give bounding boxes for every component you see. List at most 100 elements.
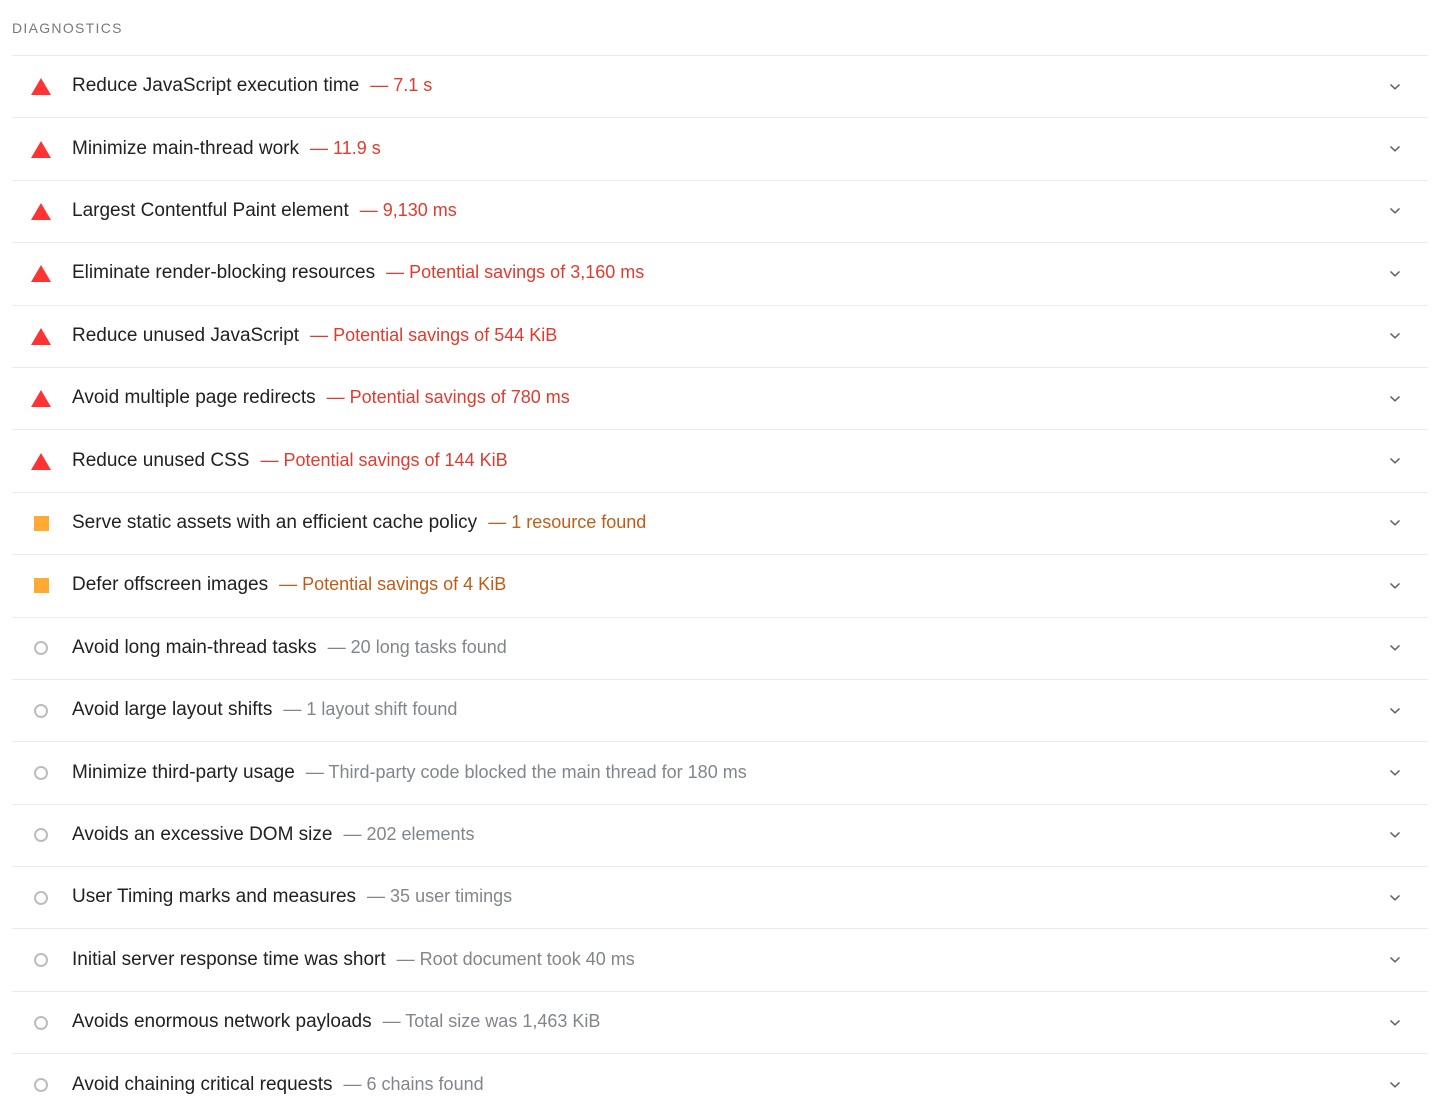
audit-severity-icon-cell xyxy=(12,452,72,470)
audit-severity-icon-cell xyxy=(12,765,72,780)
audit-row[interactable]: Eliminate render-blocking resources — Pot… xyxy=(12,242,1428,304)
audit-title: Defer offscreen images xyxy=(72,574,269,596)
audit-expand-button[interactable] xyxy=(1362,202,1428,220)
audit-text: Eliminate render-blocking resources — Pot… xyxy=(72,262,1362,285)
audit-row[interactable]: Initial server response time was short — … xyxy=(12,928,1428,990)
chevron-down-icon[interactable] xyxy=(1386,78,1404,96)
audit-display-value: — Potential savings of 144 KiB xyxy=(260,449,508,470)
chevron-down-icon[interactable] xyxy=(1386,951,1404,969)
audit-expand-button[interactable] xyxy=(1362,764,1428,782)
audit-row[interactable]: Defer offscreen images — Potential saving… xyxy=(12,554,1428,616)
audit-display-value: — 1 resource found xyxy=(488,512,647,533)
audit-list: Reduce JavaScript execution time — 7.1 s M… xyxy=(0,55,1440,1116)
audit-row[interactable]: Reduce unused JavaScript — Potential savi… xyxy=(12,304,1428,367)
audit-severity-icon-cell xyxy=(12,1015,72,1030)
audit-severity-icon-cell xyxy=(12,890,72,905)
audit-severity-icon-cell xyxy=(12,703,72,718)
chevron-down-icon[interactable] xyxy=(1386,889,1404,907)
audit-text: Initial server response time was short — … xyxy=(72,949,1362,972)
audit-display-value: — 20 long tasks found xyxy=(327,636,507,657)
audit-display-value: — Potential savings of 780 ms xyxy=(326,387,570,408)
chevron-down-icon[interactable] xyxy=(1386,1014,1404,1032)
chevron-down-icon[interactable] xyxy=(1386,452,1404,470)
audit-display-value: — Potential savings of 4 KiB xyxy=(279,574,507,595)
circle-info-icon xyxy=(34,890,48,905)
chevron-down-icon[interactable] xyxy=(1386,202,1404,220)
chevron-down-icon[interactable] xyxy=(1386,826,1404,844)
audit-expand-button[interactable] xyxy=(1362,327,1428,345)
audit-severity-icon-cell xyxy=(12,78,72,96)
audit-severity-icon-cell xyxy=(12,202,72,220)
diagnostics-panel: DIAGNOSTICS Reduce JavaScript execution … xyxy=(0,0,1440,1116)
audit-expand-button[interactable] xyxy=(1362,140,1428,158)
chevron-down-icon[interactable] xyxy=(1386,577,1404,595)
audit-title: Reduce JavaScript execution time xyxy=(72,75,360,97)
audit-display-value: — 35 user timings xyxy=(367,886,513,907)
chevron-down-icon[interactable] xyxy=(1386,639,1404,657)
audit-text: Avoid chaining critical requests — 6 chai… xyxy=(72,1074,1362,1097)
audit-expand-button[interactable] xyxy=(1362,452,1428,470)
audit-title: Minimize main-thread work xyxy=(72,137,300,159)
audit-expand-button[interactable] xyxy=(1362,826,1428,844)
audit-text: User Timing marks and measures — 35 user … xyxy=(72,886,1362,909)
audit-row[interactable]: Avoids an excessive DOM size — 202 elemen… xyxy=(12,803,1428,866)
audit-row[interactable]: Avoids enormous network payloads — Total … xyxy=(12,990,1428,1053)
audit-expand-button[interactable] xyxy=(1362,1014,1428,1032)
circle-info-icon xyxy=(34,828,48,843)
triangle-warning-icon xyxy=(31,202,51,220)
triangle-warning-icon xyxy=(31,140,51,158)
audit-expand-button[interactable] xyxy=(1362,951,1428,969)
chevron-down-icon[interactable] xyxy=(1386,514,1404,532)
circle-info-icon xyxy=(34,1015,48,1030)
chevron-down-icon[interactable] xyxy=(1386,140,1404,158)
audit-row[interactable]: Minimize third-party usage — Third-party … xyxy=(12,741,1428,803)
audit-text: Avoid long main-thread tasks — 20 long ta… xyxy=(72,637,1362,660)
audit-row[interactable]: Avoid multiple page redirects — Potential… xyxy=(12,366,1428,429)
audit-severity-icon-cell xyxy=(12,140,72,158)
audit-row[interactable]: User Timing marks and measures — 35 user … xyxy=(12,866,1428,928)
audit-text: Minimize third-party usage — Third-party … xyxy=(72,762,1362,785)
chevron-down-icon[interactable] xyxy=(1386,390,1404,408)
audit-expand-button[interactable] xyxy=(1362,265,1428,283)
audit-expand-button[interactable] xyxy=(1362,1076,1428,1094)
audit-text: Serve static assets with an efficient ca… xyxy=(72,512,1362,535)
audit-expand-button[interactable] xyxy=(1362,577,1428,595)
audit-row[interactable]: Largest Contentful Paint element — 9,130 … xyxy=(12,179,1428,242)
triangle-warning-icon xyxy=(31,390,51,408)
audit-row[interactable]: Reduce unused CSS — Potential savings of … xyxy=(12,429,1428,491)
audit-display-value: — 202 elements xyxy=(343,823,475,844)
audit-title: User Timing marks and measures xyxy=(72,886,357,908)
audit-severity-icon-cell xyxy=(12,327,72,345)
audit-expand-button[interactable] xyxy=(1362,514,1428,532)
audit-title: Minimize third-party usage xyxy=(72,761,295,783)
audit-text: Defer offscreen images — Potential saving… xyxy=(72,574,1362,597)
audit-text: Avoids an excessive DOM size — 202 elemen… xyxy=(72,824,1362,847)
audit-severity-icon-cell xyxy=(12,828,72,843)
audit-row[interactable]: Avoid large layout shifts — 1 layout shif… xyxy=(12,678,1428,741)
audit-row[interactable]: Avoid long main-thread tasks — 20 long ta… xyxy=(12,616,1428,679)
audit-text: Avoid multiple page redirects — Potential… xyxy=(72,387,1362,410)
audit-row[interactable]: Reduce JavaScript execution time — 7.1 s xyxy=(12,55,1428,117)
audit-title: Initial server response time was short xyxy=(72,948,386,970)
triangle-warning-icon xyxy=(31,452,51,470)
audit-row[interactable]: Minimize main-thread work — 11.9 s xyxy=(12,117,1428,179)
audit-expand-button[interactable] xyxy=(1362,390,1428,408)
audit-expand-button[interactable] xyxy=(1362,78,1428,96)
chevron-down-icon[interactable] xyxy=(1386,327,1404,345)
circle-info-icon xyxy=(34,765,48,780)
audit-row[interactable]: Avoid chaining critical requests — 6 chai… xyxy=(12,1053,1428,1115)
chevron-down-icon[interactable] xyxy=(1386,764,1404,782)
audit-title: Avoid long main-thread tasks xyxy=(72,636,317,658)
audit-severity-icon-cell xyxy=(12,265,72,283)
audit-severity-icon-cell xyxy=(12,953,72,968)
audit-expand-button[interactable] xyxy=(1362,702,1428,720)
audit-row[interactable]: Serve static assets with an efficient ca… xyxy=(12,491,1428,554)
chevron-down-icon[interactable] xyxy=(1386,1076,1404,1094)
chevron-down-icon[interactable] xyxy=(1386,265,1404,283)
audit-title: Reduce unused CSS xyxy=(72,449,250,471)
audit-expand-button[interactable] xyxy=(1362,889,1428,907)
audit-title: Reduce unused JavaScript xyxy=(72,324,300,346)
audit-expand-button[interactable] xyxy=(1362,639,1428,657)
chevron-down-icon[interactable] xyxy=(1386,702,1404,720)
audit-display-value: — 1 layout shift found xyxy=(283,699,458,720)
